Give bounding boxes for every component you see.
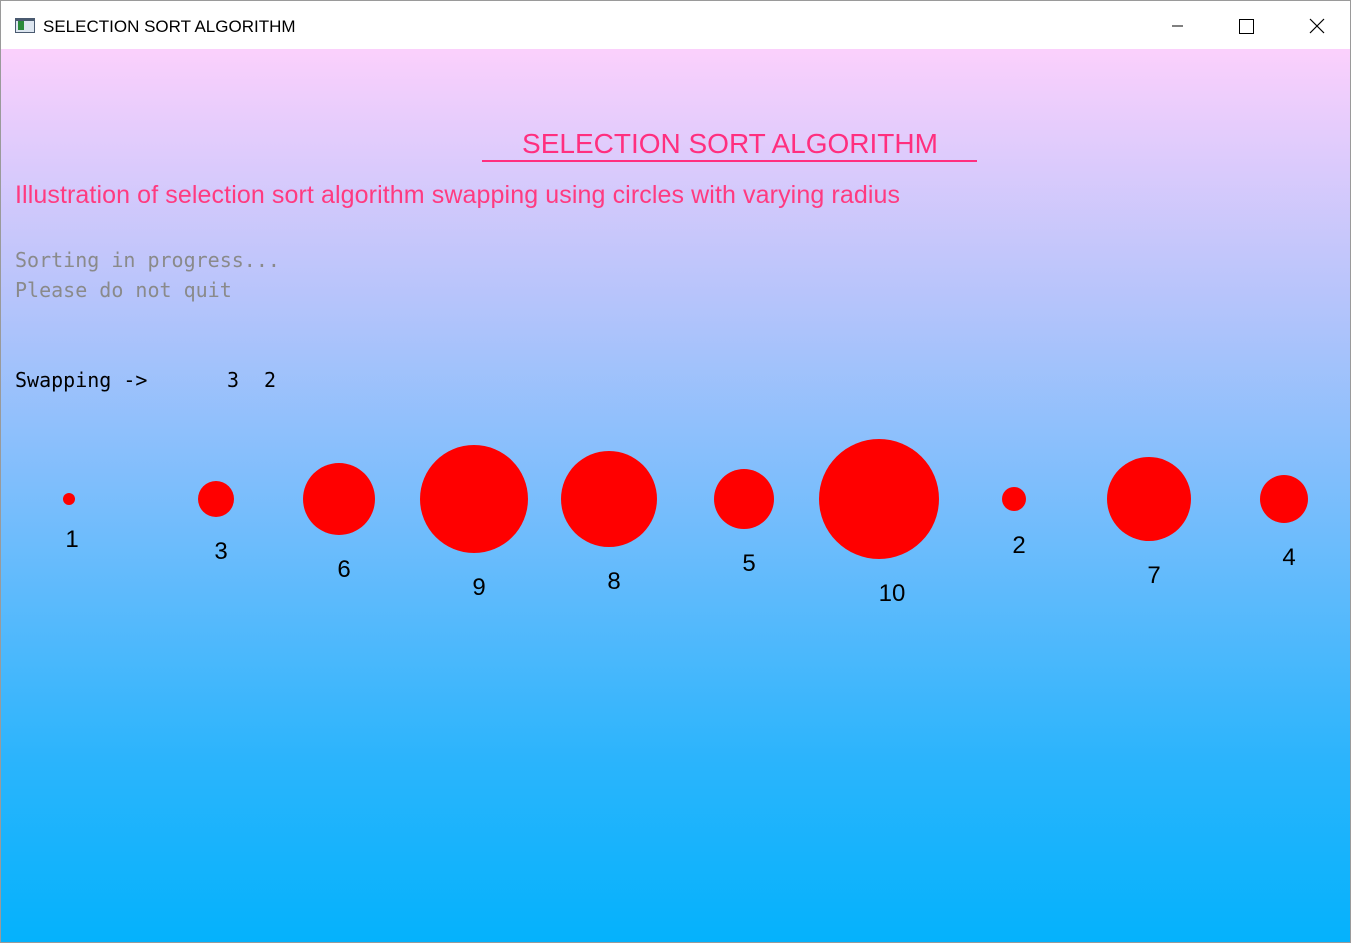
circle-2: [1002, 487, 1026, 511]
minimize-button[interactable]: [1143, 1, 1212, 49]
circle-5: [714, 469, 774, 529]
circle-label-10: 10: [879, 580, 906, 607]
maximize-icon: [1239, 19, 1254, 34]
circle-label-1: 1: [65, 526, 78, 553]
close-icon: [1309, 18, 1325, 34]
circle-label-4: 4: [1282, 544, 1295, 571]
circle-1: [63, 493, 75, 505]
circle-label-7: 7: [1147, 562, 1160, 589]
circle-label-8: 8: [607, 568, 620, 595]
circle-9: [420, 445, 528, 553]
minimize-icon: [1172, 25, 1183, 27]
circle-7: [1107, 457, 1191, 541]
circle-label-2: 2: [1012, 532, 1025, 559]
circle-4: [1260, 475, 1308, 523]
maximize-button[interactable]: [1212, 1, 1281, 49]
close-button[interactable]: [1281, 1, 1350, 49]
window-title: SELECTION SORT ALGORITHM: [43, 17, 296, 36]
circle-6: [303, 463, 375, 535]
circle-10: [819, 439, 939, 559]
title-bar[interactable]: SELECTION SORT ALGORITHM: [1, 1, 1350, 49]
circle-label-3: 3: [214, 538, 227, 565]
circle-label-9: 9: [472, 574, 485, 601]
graphics-canvas: SELECTION SORT ALGORITHM Illustration of…: [1, 49, 1350, 942]
circles-visualization: 1 3 6 9 8 5 10 2 7 4: [63, 439, 1308, 607]
circle-3: [198, 481, 234, 517]
circle-8: [561, 451, 657, 547]
app-window: SELECTION SORT ALGORITHM SELECTION SORT …: [0, 0, 1351, 943]
circle-label-6: 6: [337, 556, 350, 583]
circle-label-5: 5: [742, 550, 755, 577]
app-window-icon: [15, 18, 35, 33]
